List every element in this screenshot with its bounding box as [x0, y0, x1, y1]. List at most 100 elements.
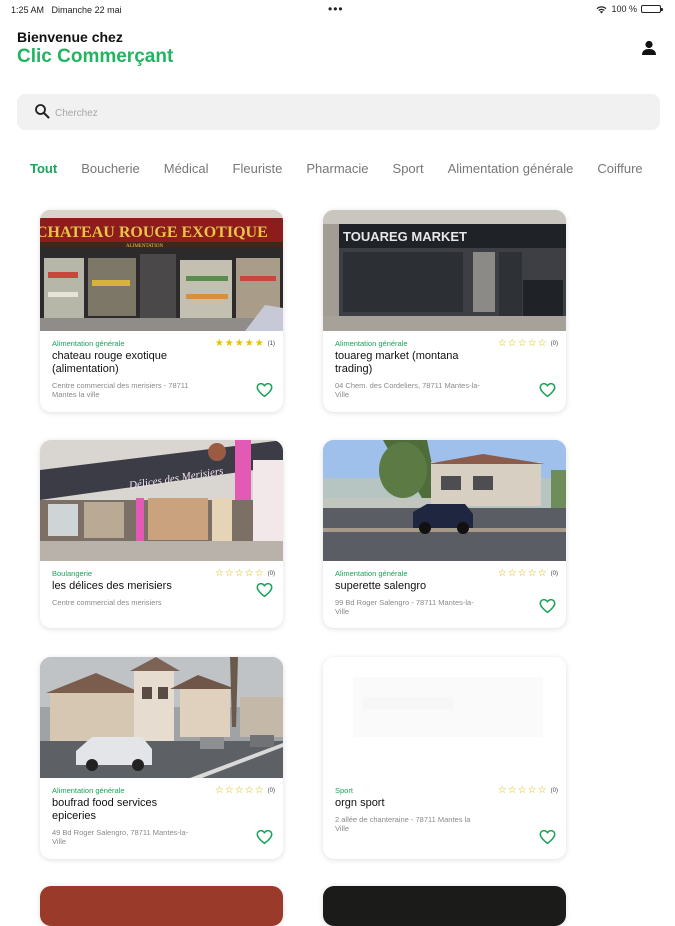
star-outline-icon: ☆ [244, 568, 254, 579]
star-outline-icon: ☆ [234, 785, 244, 796]
tab-pharmacie[interactable]: Pharmacie [306, 161, 368, 176]
shop-photo [40, 886, 283, 926]
star-outline-icon: ☆ [254, 785, 264, 796]
shop-rating: ☆ ☆ ☆ ☆ ☆ (0) [497, 569, 558, 579]
shop-address: 2 allée de chanteraine - 78711 Mantes la… [335, 815, 471, 833]
tab-médical[interactable]: Médical [164, 161, 209, 176]
star-outline-icon: ☆ [497, 568, 507, 579]
shop-card[interactable] [40, 886, 283, 926]
shop-rating: ☆ ☆ ☆ ☆ ☆ (0) [497, 339, 558, 349]
star-outline-icon: ☆ [234, 568, 244, 579]
star-outline-icon: ☆ [497, 338, 507, 349]
tab-alimentation-générale[interactable]: Alimentation générale [448, 161, 574, 176]
heart-icon[interactable] [256, 829, 273, 845]
rating-count: (0) [550, 571, 558, 577]
shop-card[interactable]: Alimentation générale boufrad food servi… [40, 657, 283, 859]
tab-boucherie[interactable]: Boucherie [81, 161, 140, 176]
star-outline-icon: ☆ [254, 568, 264, 579]
star-outline-icon: ☆ [527, 338, 537, 349]
shop-name: les délices des merisiers [52, 580, 172, 592]
shop-photo [323, 886, 566, 926]
star-filled-icon: ★ [214, 338, 224, 349]
shop-info: Sport orgn sport 2 allée de chanteraine … [323, 778, 566, 843]
sign-text: TOUAREG MARKET [343, 229, 467, 244]
status-bar: 1:25 AM Dimanche 22 mai ••• 100 % [0, 0, 675, 20]
battery-level: 100 % [611, 4, 637, 14]
rating-count: (0) [267, 788, 275, 794]
star-outline-icon: ☆ [214, 785, 224, 796]
tab-tout[interactable]: Tout [30, 161, 57, 176]
welcome-text: Bienvenue chez [17, 29, 123, 45]
shop-address: Centre commercial des merisiers [52, 598, 162, 607]
shop-card[interactable]: Alimentation générale superette salengro… [323, 440, 566, 628]
tab-sport[interactable]: Sport [393, 161, 424, 176]
shop-photo: TOUAREG MARKET [323, 210, 566, 331]
tab-coiffure[interactable]: Coiffure [597, 161, 642, 176]
shop-info: Alimentation générale chateau rouge exot… [40, 331, 283, 409]
shop-info: Boulangerie les délices des merisiers Ce… [40, 561, 283, 617]
star-filled-icon: ★ [224, 338, 234, 349]
star-filled-icon: ★ [234, 338, 244, 349]
shop-photo: Délices des Merisiers [40, 440, 283, 561]
header: Bienvenue chez Clic Commerçant [17, 29, 173, 68]
heart-icon[interactable] [539, 829, 556, 845]
star-outline-icon: ☆ [537, 568, 547, 579]
rating-count: (0) [550, 788, 558, 794]
status-right: 100 % [596, 4, 663, 14]
shop-info: Alimentation générale touareg market (mo… [323, 331, 566, 409]
shop-card[interactable]: CHATEAU ROUGE EXOTIQUE ALIMENTATION Alim… [40, 210, 283, 412]
rating-count: (1) [267, 341, 275, 347]
star-filled-icon: ★ [254, 338, 264, 349]
rating-count: (0) [267, 571, 275, 577]
star-outline-icon: ☆ [537, 338, 547, 349]
heart-icon[interactable] [256, 582, 273, 598]
battery-icon [641, 5, 663, 13]
shop-card[interactable]: TOUAREG MARKET Alimentation générale tou… [323, 210, 566, 412]
heart-icon[interactable] [256, 382, 273, 398]
shop-card[interactable] [323, 886, 566, 926]
shop-rating: ☆ ☆ ☆ ☆ ☆ (0) [214, 569, 275, 579]
shop-rating: ☆ ☆ ☆ ☆ ☆ (0) [214, 786, 275, 796]
shop-rating: ☆ ☆ ☆ ☆ ☆ (0) [497, 786, 558, 796]
category-tabs: Tout Boucherie Médical Fleuriste Pharmacie Sp… [30, 160, 675, 182]
wifi-icon [597, 5, 607, 14]
shop-name: chateau rouge exotique (alimentation) [52, 350, 167, 375]
star-outline-icon: ☆ [537, 785, 547, 796]
shop-card[interactable]: Délices des Merisiers Boulangerie les dé… [40, 440, 283, 628]
multitask-dots[interactable]: ••• [328, 2, 344, 16]
sign-text: CHATEAU ROUGE EXOTIQUE [40, 224, 268, 241]
status-time: 1:25 AM Dimanche 22 mai [11, 5, 122, 15]
star-outline-icon: ☆ [517, 338, 527, 349]
star-outline-icon: ☆ [527, 785, 537, 796]
shop-rating: ★ ★ ★ ★ ★ (1) [214, 339, 275, 349]
search-bar[interactable] [17, 94, 660, 130]
star-outline-icon: ☆ [507, 568, 517, 579]
star-outline-icon: ☆ [527, 568, 537, 579]
shop-photo: CHATEAU ROUGE EXOTIQUE ALIMENTATION [40, 210, 283, 331]
shop-photo [323, 440, 566, 561]
tab-fleuriste[interactable]: Fleuriste [233, 161, 283, 176]
shop-info: Alimentation générale superette salengro… [323, 561, 566, 626]
shop-name: touareg market (montana trading) [335, 350, 459, 375]
brand-title: Clic Commerçant [17, 46, 174, 67]
rating-count: (0) [550, 341, 558, 347]
shop-name: orgn sport [335, 797, 385, 809]
shop-info: Alimentation générale boufrad food servi… [40, 778, 283, 856]
shop-address: 99 Bd Roger Salengro - 78711 Mantes-la-V… [335, 598, 474, 616]
star-outline-icon: ☆ [224, 568, 234, 579]
shop-address: 49 Bd Roger Salengro, 78711 Mantes-la-Vi… [52, 828, 189, 846]
star-filled-icon: ★ [244, 338, 254, 349]
heart-icon[interactable] [539, 382, 556, 398]
star-outline-icon: ☆ [507, 338, 517, 349]
star-outline-icon: ☆ [244, 785, 254, 796]
star-outline-icon: ☆ [214, 568, 224, 579]
star-outline-icon: ☆ [517, 568, 527, 579]
shop-address: Centre commercial des merisiers - 78711 … [52, 381, 189, 399]
shop-card[interactable]: Sport orgn sport 2 allée de chanteraine … [323, 657, 566, 859]
shop-name: superette salengro [335, 580, 427, 592]
star-outline-icon: ☆ [517, 785, 527, 796]
heart-icon[interactable] [539, 598, 556, 614]
person-icon[interactable] [639, 38, 659, 58]
shop-photo [40, 657, 283, 778]
search-input[interactable] [53, 103, 617, 123]
